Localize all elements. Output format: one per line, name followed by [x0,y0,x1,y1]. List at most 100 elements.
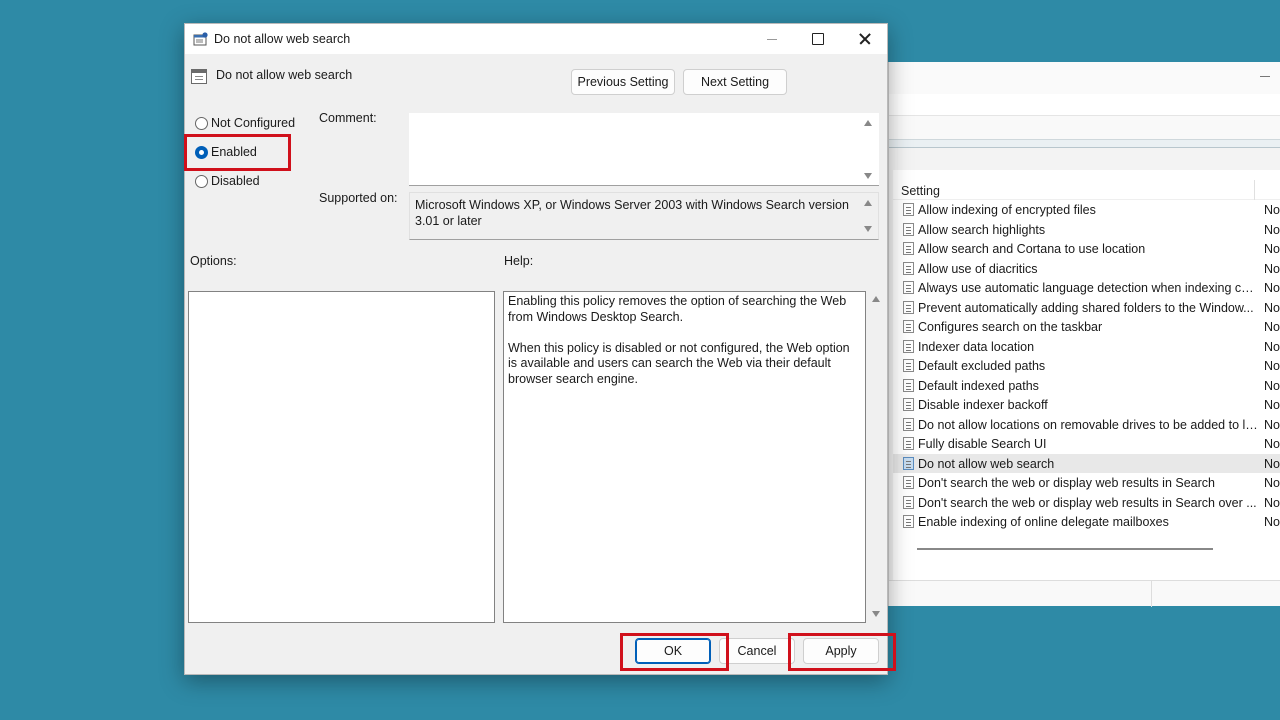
help-scroll-up-icon[interactable] [872,296,880,302]
setting-row[interactable]: Enable indexing of online delegate mailb… [893,512,1280,532]
setting-policy-icon [903,339,914,353]
setting-row-state: No [1264,359,1280,373]
setting-row-state: No [1264,203,1280,217]
background-titlebar [889,62,1280,94]
setting-row-state: No [1264,300,1280,315]
setting-row-name: Disable indexer backoff [918,398,1048,412]
help-paragraph: Enabling this policy removes the option … [508,294,847,324]
cancel-button[interactable]: Cancel [719,638,795,664]
setting-row[interactable]: Always use automatic language detection … [893,278,1280,298]
setting-row[interactable]: Do not allow web search No [893,453,1280,473]
supported-on-value: Microsoft Windows XP, or Windows Server … [415,198,849,228]
next-setting-button[interactable]: Next Setting [683,69,787,95]
setting-policy-icon [903,378,914,392]
minimize-button[interactable] [749,24,795,54]
setting-row-name: Default excluded paths [918,359,1046,373]
settings-list-header: Setting [893,170,1280,200]
setting-row[interactable]: Disable indexer backoff No [893,395,1280,415]
setting-row-state: No [1264,495,1280,510]
column-separator[interactable] [1254,180,1255,200]
setting-row-state: No [1264,242,1280,256]
help-text: Enabling this policy removes the option … [508,294,862,403]
comment-scroll-up-icon[interactable] [864,120,872,126]
background-toolbar [889,116,1280,140]
setting-row[interactable]: Don't search the web or display web resu… [893,473,1280,493]
dialog-titlebar[interactable]: Do not allow web search [185,24,887,54]
setting-row-state: No [1264,456,1280,471]
disabled-label[interactable]: Disabled [211,174,260,188]
setting-row-state: No [1264,222,1280,237]
setting-row-state: No [1264,261,1280,276]
setting-row-name: Prevent automatically adding shared fold… [918,300,1254,315]
setting-row-name: Do not allow web search [918,456,1055,471]
setting-row-name: Enable indexing of online delegate mailb… [918,515,1169,529]
help-scroll-down-icon[interactable] [872,611,880,617]
policy-setting-icon [191,69,207,84]
comment-label: Comment: [319,111,377,125]
comment-textarea[interactable] [409,113,879,186]
supported-on-label: Supported on: [319,191,398,205]
setting-policy-icon [903,515,914,528]
help-label: Help: [504,254,534,268]
disabled-radio[interactable] [195,175,208,188]
setting-row-name: Allow indexing of encrypted files [918,203,1096,217]
setting-policy-icon [903,437,914,450]
setting-policy-icon [903,300,914,314]
setting-row-name: Indexer data location [918,339,1035,354]
setting-row-state: No [1264,320,1280,334]
setting-policy-icon [903,456,914,470]
setting-row-name: Always use automatic language detection … [918,281,1258,295]
supported-on-field: Microsoft Windows XP, or Windows Server … [409,192,879,240]
dialog-title: Do not allow web search [214,32,351,46]
not-configured-radio[interactable] [195,117,208,130]
setting-policy-icon [903,495,914,509]
not-configured-label[interactable]: Not Configured [211,116,295,130]
supported-scroll-up-icon[interactable] [864,200,872,206]
setting-row-name: Don't search the web or display web resu… [918,495,1257,510]
setting-row-name: Allow search and Cortana to use location [918,242,1146,256]
comment-scroll-down-icon[interactable] [864,173,872,179]
setting-row[interactable]: Allow search highlights No [893,220,1280,240]
options-panel [188,291,495,623]
setting-row-state: No [1264,417,1280,432]
setting-policy-icon [903,359,914,372]
setting-policy-icon [903,222,914,236]
setting-policy-icon [903,261,914,275]
background-status-bar [889,580,1280,607]
setting-row[interactable]: Allow search and Cortana to use location… [893,239,1280,259]
maximize-button[interactable] [795,24,841,54]
options-label: Options: [190,254,237,268]
setting-row[interactable]: Allow indexing of encrypted files No [893,200,1280,220]
enabled-highlight-box [184,134,291,171]
ok-highlight-box [620,633,729,671]
setting-row[interactable]: Prevent automatically adding shared fold… [893,298,1280,318]
horizontal-scrollbar[interactable] [917,548,1213,550]
setting-column-header[interactable]: Setting [901,184,940,198]
previous-setting-button[interactable]: Previous Setting [571,69,675,95]
close-button[interactable] [841,24,887,54]
setting-row[interactable]: Allow use of diacritics No [893,259,1280,279]
background-menubar [889,94,1280,116]
setting-row[interactable]: Do not allow locations on removable driv… [893,415,1280,435]
policy-name: Do not allow web search [216,68,353,82]
setting-row[interactable]: Don't search the web or display web resu… [893,493,1280,513]
setting-row[interactable]: Fully disable Search UI No [893,434,1280,454]
setting-row-name: Allow use of diacritics [918,261,1038,276]
background-minimize-button[interactable] [1260,76,1270,77]
setting-row-name: Configures search on the taskbar [918,320,1103,334]
setting-row[interactable]: Configures search on the taskbar No [893,317,1280,337]
setting-row-state: No [1264,339,1280,354]
background-policy-editor-window: Setting Allow indexing of encrypted file… [888,62,1280,607]
background-splitter[interactable] [889,140,1280,148]
help-panel: Enabling this policy removes the option … [503,291,866,623]
supported-scroll-down-icon[interactable] [864,226,872,232]
setting-policy-icon [903,417,914,431]
setting-row-name: Fully disable Search UI [918,437,1047,451]
setting-row-state: No [1264,515,1280,529]
setting-row-state: No [1264,437,1280,451]
setting-row[interactable]: Indexer data location No [893,337,1280,357]
setting-row-name: Do not allow locations on removable driv… [918,417,1258,432]
setting-row[interactable]: Default excluded paths No [893,356,1280,376]
setting-row[interactable]: Default indexed paths No [893,376,1280,396]
settings-list: Setting Allow indexing of encrypted file… [893,170,1280,602]
